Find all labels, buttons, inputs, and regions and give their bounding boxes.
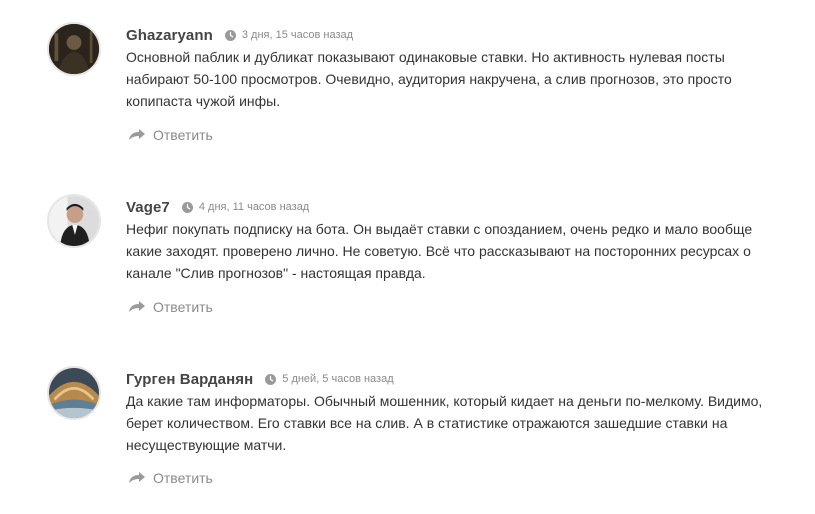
- avatar[interactable]: [47, 22, 101, 76]
- comment-time: 3 дня, 15 часов назад: [224, 29, 354, 41]
- reply-button[interactable]: Ответить: [128, 299, 213, 315]
- reply-button[interactable]: Ответить: [128, 470, 213, 486]
- avatar-image: [49, 24, 99, 74]
- comment-author[interactable]: Vage7: [126, 199, 170, 216]
- comment-meta: Ghazaryann 3 дня, 15 часов назад: [126, 24, 353, 46]
- reply-arrow-icon: [129, 301, 145, 312]
- reply-button[interactable]: Ответить: [128, 127, 213, 143]
- clock-icon: [224, 29, 236, 41]
- comment-time-text: 5 дней, 5 часов назад: [282, 373, 394, 385]
- avatar-image: [49, 368, 99, 418]
- avatar-image: [49, 196, 99, 246]
- clock-icon: [265, 373, 277, 385]
- reply-label: Ответить: [153, 470, 213, 486]
- reply-label: Ответить: [153, 299, 213, 315]
- comment-meta: Vage7 4 дня, 11 часов назад: [126, 196, 309, 218]
- clock-icon: [181, 201, 193, 213]
- comment-time: 4 дня, 11 часов назад: [181, 201, 310, 213]
- comment-author[interactable]: Гурген Варданян: [126, 371, 253, 388]
- reply-arrow-icon: [129, 129, 145, 140]
- comment-text: Нефиг покупать подписку на бота. Он выда…: [126, 221, 753, 281]
- reply-label: Ответить: [153, 127, 213, 143]
- comment-meta: Гурген Варданян 5 дней, 5 часов назад: [126, 368, 394, 390]
- comment-text: Да какие там информаторы. Обычный мошенн…: [126, 393, 763, 453]
- reply-arrow-icon: [129, 472, 145, 483]
- avatar[interactable]: [47, 366, 101, 420]
- comment-author[interactable]: Ghazaryann: [126, 27, 213, 44]
- comment-text: Основной паблик и дубликат показывают од…: [126, 49, 732, 109]
- comment-time-text: 4 дня, 11 часов назад: [198, 201, 310, 213]
- comment-time-text: 3 дня, 15 часов назад: [241, 29, 354, 41]
- comment-time: 5 дней, 5 часов назад: [265, 373, 394, 385]
- avatar[interactable]: [47, 194, 101, 248]
